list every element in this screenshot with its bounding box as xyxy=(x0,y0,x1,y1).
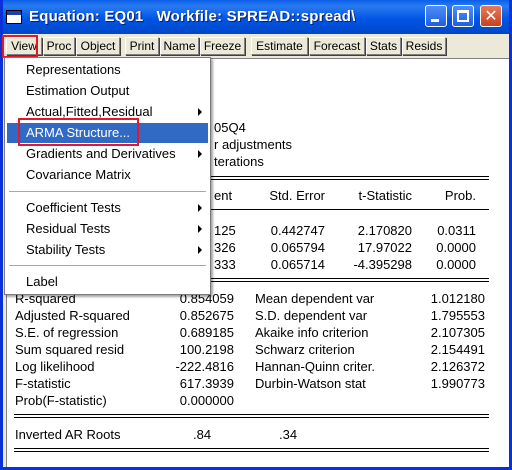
prob-cell: 0.0311 xyxy=(437,223,476,238)
roots-bottom-rule-2 xyxy=(14,451,489,452)
arma-highlight-annotation xyxy=(18,118,139,146)
forecast-button[interactable]: Forecast xyxy=(309,37,365,55)
coef-cell: 333 xyxy=(214,257,236,272)
roots-bottom-rule xyxy=(14,448,489,449)
submenu-arrow-icon xyxy=(198,246,202,254)
menu-item-residual-tests[interactable]: Residual Tests xyxy=(7,219,208,239)
menu-item-label: Gradients and Derivatives xyxy=(26,146,176,161)
t-statistic-cell: 2.170820 xyxy=(357,223,412,238)
menu-item-coefficient-tests[interactable]: Coefficient Tests xyxy=(7,198,208,218)
stat-value: 2.154491 xyxy=(430,342,485,357)
sample-fragment: 05Q4 xyxy=(214,120,246,135)
stat-value: 1.990773 xyxy=(430,376,485,391)
prob-cell: 0.0000 xyxy=(436,240,476,255)
inverted-ar-roots-label: Inverted AR Roots xyxy=(15,427,121,442)
menu-separator xyxy=(9,265,206,266)
coef-header: ent xyxy=(214,188,233,203)
coef-cell: 125 xyxy=(214,223,236,238)
ar-root-value: .34 xyxy=(279,427,298,442)
stat-value: 100.2198 xyxy=(179,342,234,357)
maximize-button[interactable] xyxy=(452,5,474,27)
estimate-button[interactable]: Estimate xyxy=(251,37,308,55)
menu-separator xyxy=(9,191,206,192)
view-dropdown-menu: Representations Estimation Output Actual… xyxy=(4,57,211,295)
stat-value: 0.689185 xyxy=(179,325,234,340)
stat-label: Prob(F-statistic) xyxy=(15,393,107,408)
stat-label: Log likelihood xyxy=(15,359,95,374)
submenu-arrow-icon xyxy=(198,150,202,158)
app-icon[interactable] xyxy=(6,10,22,24)
object-button[interactable]: Object xyxy=(76,37,120,55)
menu-item-label: Coefficient Tests xyxy=(26,200,121,215)
menu-item-representations[interactable]: Representations xyxy=(7,60,208,80)
stats-bottom-rule xyxy=(14,414,489,415)
stat-value: 617.3939 xyxy=(179,376,234,391)
stat-label: S.D. dependent var xyxy=(255,308,368,323)
menu-item-label: Residual Tests xyxy=(26,221,111,236)
menu-item-covariance-matrix[interactable]: Covariance Matrix xyxy=(7,165,208,185)
toolbar: View Proc Object Print Name Freeze Estim… xyxy=(3,34,509,58)
submenu-arrow-icon xyxy=(198,225,202,233)
view-highlight-annotation xyxy=(2,35,38,58)
stat-value: 2.107305 xyxy=(430,325,485,340)
stat-label: F-statistic xyxy=(15,376,71,391)
stat-label: Hannan-Quinn criter. xyxy=(255,359,375,374)
menu-item-label: Actual,Fitted,Residual xyxy=(26,104,153,119)
title-bar[interactable]: Equation: EQ01 Workfile: SPREAD::spread\… xyxy=(3,0,509,34)
stat-value: 0.852675 xyxy=(179,308,234,323)
stats-button[interactable]: Stats xyxy=(366,37,401,55)
stat-value: 0.000000 xyxy=(179,393,234,408)
stat-label: Mean dependent var xyxy=(255,291,375,306)
std-error-header: Std. Error xyxy=(269,188,325,203)
prob-cell: 0.0000 xyxy=(436,257,476,272)
menu-item-gradients-derivatives[interactable]: Gradients and Derivatives xyxy=(7,144,208,164)
print-button[interactable]: Print xyxy=(125,37,159,55)
std-error-cell: 0.442747 xyxy=(270,223,325,238)
prob-header: Prob. xyxy=(444,188,476,203)
stat-label: S.E. of regression xyxy=(15,325,119,340)
stat-label: Durbin-Watson stat xyxy=(255,376,366,391)
minimize-icon xyxy=(431,19,439,22)
t-statistic-cell: 17.97022 xyxy=(357,240,412,255)
close-button[interactable]: ✕ xyxy=(480,5,502,27)
iterations-fragment: terations xyxy=(214,154,264,169)
minimize-button[interactable] xyxy=(425,5,447,27)
std-error-cell: 0.065794 xyxy=(270,240,325,255)
menu-item-label: Stability Tests xyxy=(26,242,106,257)
freeze-button[interactable]: Freeze xyxy=(200,37,245,55)
maximize-icon xyxy=(457,10,469,22)
stat-label: Adjusted R-squared xyxy=(15,308,130,323)
stat-value: -222.4816 xyxy=(175,359,234,374)
menu-item-label[interactable]: Label xyxy=(7,272,208,292)
close-icon: ✕ xyxy=(484,6,498,25)
stat-value: 2.126372 xyxy=(430,359,485,374)
menu-item-stability-tests[interactable]: Stability Tests xyxy=(7,240,208,260)
stat-label: Schwarz criterion xyxy=(255,342,355,357)
proc-button[interactable]: Proc xyxy=(43,37,75,55)
stat-label: Akaike info criterion xyxy=(255,325,369,340)
stats-bottom-rule-2 xyxy=(14,417,489,418)
stat-value: 1.012180 xyxy=(430,291,485,306)
t-statistic-header: t-Statistic xyxy=(358,188,412,203)
menu-item-estimation-output[interactable]: Estimation Output xyxy=(7,81,208,101)
coef-cell: 326 xyxy=(214,240,236,255)
stat-label: Sum squared resid xyxy=(15,342,125,357)
submenu-arrow-icon xyxy=(198,108,202,116)
ar-root-value: .84 xyxy=(193,427,212,442)
adjustments-fragment: r adjustments xyxy=(214,137,293,152)
t-statistic-cell: -4.395298 xyxy=(353,257,412,272)
stat-value: 1.795553 xyxy=(430,308,485,323)
window-title: Equation: EQ01 Workfile: SPREAD::spread\ xyxy=(29,8,356,25)
name-button[interactable]: Name xyxy=(160,37,199,55)
submenu-arrow-icon xyxy=(198,204,202,212)
std-error-cell: 0.065714 xyxy=(270,257,325,272)
resids-button[interactable]: Resids xyxy=(402,37,446,55)
